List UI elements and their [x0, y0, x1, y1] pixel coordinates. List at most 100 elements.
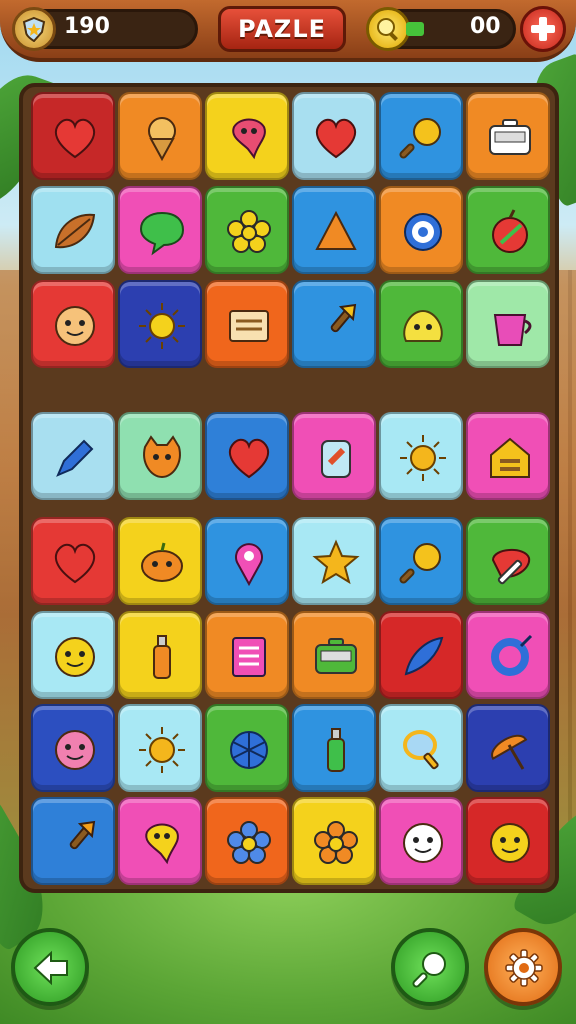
tile-cup[interactable]: [466, 280, 550, 368]
tile-magnifier[interactable]: [379, 92, 463, 180]
coin-value: 00: [470, 14, 501, 39]
face-icon: [403, 823, 443, 863]
tile-board: [19, 83, 559, 893]
tile-jar[interactable]: [292, 412, 376, 500]
tile-heart[interactable]: [292, 92, 376, 180]
add-coins-button[interactable]: [520, 6, 566, 52]
tile-board[interactable]: [205, 280, 289, 368]
house-icon: [490, 437, 530, 478]
heart-icon: [315, 118, 357, 159]
tile-flower[interactable]: [205, 797, 289, 885]
triangle-icon: [315, 210, 357, 250]
tile-ring[interactable]: [466, 611, 550, 699]
shell-icon: [230, 731, 268, 769]
tile-chat[interactable]: [118, 186, 202, 274]
tile-heart[interactable]: [31, 92, 115, 180]
tile-face[interactable]: [466, 797, 550, 885]
tile-sun[interactable]: [118, 280, 202, 368]
plus-icon: [531, 17, 555, 41]
tile-radio[interactable]: [466, 92, 550, 180]
magnifier-icon: [399, 543, 441, 584]
face-icon: [490, 823, 530, 863]
tile-shell[interactable]: [205, 704, 289, 792]
tile-brush[interactable]: [292, 280, 376, 368]
umbrella-icon: [491, 734, 528, 770]
tile-flower[interactable]: [205, 186, 289, 274]
tile-bottle[interactable]: [118, 611, 202, 699]
tile-face[interactable]: [31, 704, 115, 792]
tile-ice-cream[interactable]: [118, 92, 202, 180]
radio-icon: [489, 119, 531, 155]
tile-target[interactable]: [379, 186, 463, 274]
face-icon: [55, 730, 95, 770]
tile-pin[interactable]: [205, 517, 289, 605]
magnifier-icon: [412, 952, 446, 988]
tile-sun[interactable]: [379, 412, 463, 500]
heart-icon: [228, 438, 270, 479]
radio-icon: [315, 638, 357, 674]
ice-cream-icon: [148, 117, 176, 162]
tile-face[interactable]: [379, 797, 463, 885]
ring-icon: [491, 634, 533, 676]
tile-bird[interactable]: [118, 797, 202, 885]
jar-icon: [321, 440, 351, 478]
pin-icon: [235, 543, 263, 587]
pumpkin-icon: [141, 542, 183, 582]
tile-pen[interactable]: [31, 412, 115, 500]
tile-brush[interactable]: [31, 797, 115, 885]
tile-leaf[interactable]: [31, 186, 115, 274]
chat-icon: [139, 211, 185, 256]
leaf-icon: [54, 213, 96, 249]
tile-heart[interactable]: [31, 517, 115, 605]
top-bar: 190 PAZLE 00: [0, 0, 576, 62]
flower-icon: [314, 821, 358, 864]
brush-icon: [69, 820, 96, 850]
tile-mirror[interactable]: [379, 704, 463, 792]
face-icon: [55, 306, 95, 346]
tile-umbrella[interactable]: [466, 704, 550, 792]
tile-heart[interactable]: [205, 412, 289, 500]
tile-cat[interactable]: [118, 412, 202, 500]
settings-button[interactable]: [484, 928, 562, 1006]
coin-progress-bar: [406, 22, 424, 36]
magnifier-icon: [399, 118, 441, 159]
gear-icon: [505, 949, 543, 987]
tile-paint[interactable]: [466, 517, 550, 605]
tile-sun[interactable]: [118, 704, 202, 792]
tile-magnifier[interactable]: [379, 517, 463, 605]
sun-icon: [400, 435, 446, 481]
tile-feather[interactable]: [379, 611, 463, 699]
tile-pumpkin[interactable]: [118, 517, 202, 605]
mirror-icon: [403, 730, 439, 770]
brush-icon: [330, 303, 357, 333]
heart-icon: [54, 543, 96, 584]
bottle-icon: [153, 635, 171, 679]
arrow-left-icon: [33, 950, 68, 986]
tile-blob[interactable]: [379, 280, 463, 368]
face-icon: [55, 637, 95, 677]
shield-icon: [12, 7, 56, 51]
tile-radio[interactable]: [292, 611, 376, 699]
feather-icon: [404, 636, 444, 676]
bottle-icon: [327, 728, 345, 772]
tile-apple[interactable]: [466, 186, 550, 274]
tile-triangle[interactable]: [292, 186, 376, 274]
tile-flower[interactable]: [292, 797, 376, 885]
tile-face[interactable]: [31, 611, 115, 699]
tile-house[interactable]: [466, 412, 550, 500]
coin-icon: [366, 7, 410, 51]
tile-bird[interactable]: [205, 92, 289, 180]
bird-icon: [232, 118, 266, 160]
board-icon: [229, 310, 269, 342]
tile-face[interactable]: [31, 280, 115, 368]
tile-book[interactable]: [205, 611, 289, 699]
tile-star[interactable]: [292, 517, 376, 605]
back-button[interactable]: [11, 928, 89, 1006]
tile-bottle[interactable]: [292, 704, 376, 792]
pen-icon: [56, 439, 94, 477]
hint-button[interactable]: [391, 928, 469, 1006]
blob-icon: [403, 309, 443, 342]
title-button[interactable]: PAZLE: [218, 6, 346, 52]
flower-icon: [227, 210, 271, 253]
heart-icon: [54, 118, 96, 159]
